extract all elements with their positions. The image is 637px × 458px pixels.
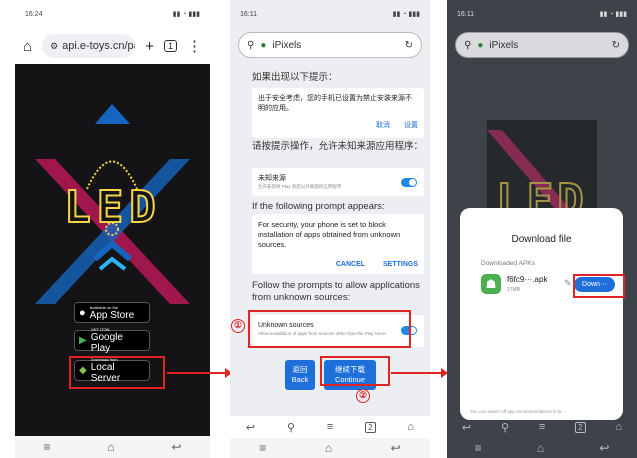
search-bar[interactable]: ⚲ ● iPixels ↻ bbox=[238, 32, 422, 58]
search-icon[interactable]: ⚲ bbox=[501, 421, 509, 434]
highlight-continue bbox=[320, 356, 390, 386]
app-icon: ● bbox=[477, 39, 484, 51]
url-text: api.e-toys.cn/pa bbox=[62, 40, 136, 52]
tab-count-button[interactable]: 1 bbox=[163, 40, 177, 52]
cn-card-text: 出于安全考虑，您的手机已设置为禁止安装来源不明的应用。 bbox=[258, 95, 412, 112]
apple-icon: ● bbox=[79, 306, 86, 319]
file-name: f6fc9···.apk bbox=[507, 275, 548, 284]
cn-prompt-title: 如果出现以下提示： bbox=[252, 72, 338, 83]
file-size: 17MB bbox=[507, 287, 521, 293]
app-store-button[interactable]: ● Available on the App Store bbox=[74, 302, 150, 323]
en-cancel-button[interactable]: CANCEL bbox=[336, 261, 365, 268]
address-bar[interactable]: ⚙ api.e-toys.cn/pa bbox=[42, 34, 136, 58]
menu-icon[interactable]: ≡ bbox=[327, 421, 333, 433]
google-play-button[interactable]: ▶ GET ITON Google Play bbox=[74, 327, 150, 354]
back-cn-label: 返回 bbox=[292, 365, 308, 374]
status-bar: 16:11 ▮▮ ◔ ▮▮▮ bbox=[230, 0, 430, 28]
menu-nav-icon[interactable]: ≡ bbox=[475, 441, 482, 455]
cn-unknown-label: 未知来源 bbox=[258, 175, 286, 182]
app-icon: ● bbox=[260, 39, 267, 51]
refresh-icon[interactable]: ↻ bbox=[405, 40, 413, 51]
search-icon[interactable]: ⚲ bbox=[287, 421, 295, 434]
more-menu-icon[interactable]: ⋮ bbox=[187, 37, 202, 55]
arrow-right-icon bbox=[391, 368, 448, 378]
google-play-label: Google Play bbox=[90, 332, 123, 354]
menu-nav-icon[interactable]: ≡ bbox=[43, 440, 50, 454]
status-time: 16:11 bbox=[457, 10, 474, 18]
phone-browser-download-page: 16:24 ▮▮ ◔ ▮▮▮ ⌂ ⚙ api.e-toys.cn/pa + 1 … bbox=[15, 0, 210, 458]
arrow-right-icon bbox=[167, 368, 232, 378]
tabs-count-icon[interactable]: 2 bbox=[575, 421, 586, 433]
system-nav-bar: ≡ ⌂ ↩ bbox=[15, 436, 210, 458]
tabs-count-icon[interactable]: 2 bbox=[365, 421, 376, 433]
en-follow-text: Follow the prompts to allow applications… bbox=[252, 280, 420, 303]
search-icon: ⚲ bbox=[247, 39, 255, 51]
status-icons: ▮▮ ◔ ▮▮▮ bbox=[172, 11, 200, 18]
refresh-icon[interactable]: ↻ bbox=[612, 40, 620, 51]
en-settings-button[interactable]: SETTINGS bbox=[383, 261, 418, 268]
apk-icon: ☗ bbox=[481, 274, 501, 294]
back-en-label: Back bbox=[291, 375, 309, 384]
home-nav-icon[interactable]: ⌂ bbox=[325, 441, 332, 455]
back-nav-icon[interactable]: ↩ bbox=[391, 441, 401, 455]
browser-bottom-bar: ↩ ⚲ ≡ 2 ⌂ bbox=[447, 416, 637, 438]
cn-unknown-sub: 允许安装除 Play 商店以外来源的应用程序 bbox=[258, 184, 342, 189]
app-store-label: App Store bbox=[89, 309, 135, 321]
browser-bottom-bar: ↩ ⚲ ≡ 2 ⌂ bbox=[230, 416, 430, 438]
status-icons: ▮▮ ◔ ▮▮▮ bbox=[599, 11, 627, 18]
back-nav-icon[interactable]: ↩ bbox=[599, 441, 609, 455]
step-one-badge: ① bbox=[231, 319, 245, 333]
highlight-unknown-sources bbox=[248, 310, 411, 348]
led-logo-text: LED bbox=[63, 181, 162, 234]
menu-icon[interactable]: ≡ bbox=[539, 421, 545, 433]
home-icon[interactable]: ⌂ bbox=[407, 421, 414, 433]
search-icon: ⚲ bbox=[464, 39, 472, 51]
new-tab-icon[interactable]: + bbox=[145, 38, 154, 55]
status-icons: ▮▮ ◔ ▮▮▮ bbox=[392, 11, 420, 18]
home-icon[interactable]: ⌂ bbox=[23, 38, 32, 55]
dialog-footer: You can switch off app recommendations i… bbox=[470, 409, 567, 414]
system-nav-bar: ≡ ⌂ ↩ bbox=[447, 438, 637, 458]
status-bar: 16:11 ▮▮ ◔ ▮▮▮ bbox=[447, 0, 637, 28]
play-icon: ▶ bbox=[79, 335, 87, 346]
dialog-title: Download file bbox=[511, 234, 572, 245]
site-info-icon[interactable]: ⚙ bbox=[50, 41, 58, 52]
back-nav-icon[interactable]: ↩ bbox=[171, 440, 181, 454]
back-button[interactable]: 返回 Back bbox=[285, 360, 315, 390]
status-bar: 16:24 ▮▮ ◔ ▮▮▮ bbox=[15, 0, 210, 28]
cn-unknown-card: 未知来源 允许安装除 Play 商店以外来源的应用程序 bbox=[252, 168, 424, 196]
en-prompt-card: For security, your phone is set to block… bbox=[252, 214, 424, 274]
section-label: Downloaded APKs bbox=[481, 260, 535, 267]
cn-settings-button[interactable]: 设置 bbox=[404, 122, 418, 129]
status-time: 16:24 bbox=[25, 10, 43, 18]
download-dialog: Download file Downloaded APKs ☗ f6fc9···… bbox=[460, 208, 623, 420]
back-icon[interactable]: ↩ bbox=[246, 421, 255, 434]
phone-install-instructions: 16:11 ▮▮ ◔ ▮▮▮ ⚲ ● iPixels ↻ 如果出现以下提示： 出… bbox=[230, 0, 430, 458]
highlight-local-server bbox=[69, 356, 165, 389]
cn-prompt-card: 出于安全考虑，您的手机已设置为禁止安装来源不明的应用。 取消 设置 bbox=[252, 88, 424, 138]
en-card-text: For security, your phone is set to block… bbox=[258, 220, 401, 249]
status-time: 16:11 bbox=[240, 10, 257, 18]
en-prompt-title: If the following prompt appears: bbox=[252, 201, 385, 212]
cn-follow-text: 请按提示操作，允许未知来源应用程序： bbox=[252, 141, 424, 152]
home-nav-icon[interactable]: ⌂ bbox=[107, 440, 114, 454]
home-icon[interactable]: ⌂ bbox=[615, 421, 622, 433]
search-text: iPixels bbox=[489, 39, 519, 51]
system-nav-bar: ≡ ⌂ ↩ bbox=[230, 438, 430, 458]
highlight-download bbox=[573, 274, 625, 298]
phone-download-dialog: 16:11 ▮▮ ◔ ▮▮▮ ⚲ ● iPixels ↻ LED Downloa… bbox=[447, 0, 637, 458]
edit-icon[interactable]: ✎ bbox=[564, 278, 572, 289]
step-two-badge: ② bbox=[356, 389, 370, 403]
search-bar[interactable]: ⚲ ● iPixels ↻ bbox=[455, 32, 629, 58]
browser-toolbar: ⌂ ⚙ api.e-toys.cn/pa + 1 ⋮ bbox=[15, 28, 210, 64]
menu-nav-icon[interactable]: ≡ bbox=[259, 441, 266, 455]
cn-cancel-button[interactable]: 取消 bbox=[376, 122, 390, 129]
search-text: iPixels bbox=[272, 39, 302, 51]
cn-unknown-toggle[interactable] bbox=[401, 178, 417, 187]
back-icon[interactable]: ↩ bbox=[462, 421, 471, 434]
home-nav-icon[interactable]: ⌂ bbox=[537, 441, 544, 455]
